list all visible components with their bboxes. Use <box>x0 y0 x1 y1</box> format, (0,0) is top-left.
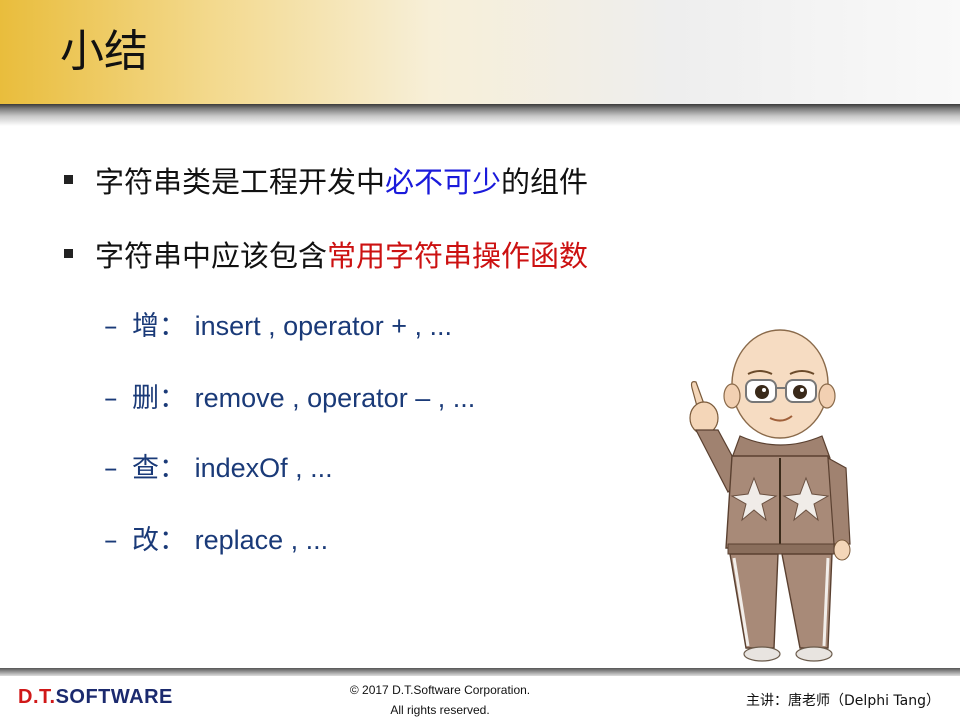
slide-title: 小结 <box>60 26 148 77</box>
sub-item-label: 增： <box>132 311 186 342</box>
footer-divider <box>0 668 960 676</box>
bullet-1-suffix: 的组件 <box>501 165 589 199</box>
square-bullet-icon <box>64 249 73 258</box>
bullet-2-highlight: 常用字符串操作函数 <box>327 239 589 273</box>
bullet-1-highlight: 必不可少 <box>385 165 502 199</box>
sub-item-indexof: – 查： indexOf , ... <box>104 450 333 487</box>
dash-marker: – <box>104 525 118 556</box>
sub-item-ops: insert , operator + , ... <box>194 311 452 341</box>
dt-software-logo: D.T.SOFTWARE <box>18 686 173 709</box>
sub-item-ops: remove , operator – , ... <box>194 383 476 413</box>
teacher-mascot-illustration <box>689 329 851 662</box>
sub-item-label: 改： <box>132 525 186 556</box>
dash-marker: – <box>104 311 118 342</box>
logo-brand: SOFTWARE <box>55 686 173 708</box>
speaker-credit: 主讲：唐老师（Delphi Tang） <box>746 693 940 709</box>
copyright-line-1: © 2017 D.T.Software Corporation. <box>349 683 531 697</box>
bullet-2-text: 字符串中应该包含 <box>95 239 328 273</box>
bullet-1-text: 字符串类是工程开发中 <box>95 165 386 199</box>
sub-item-ops: replace , ... <box>194 525 329 555</box>
title-divider <box>0 104 960 126</box>
sub-item-label: 删： <box>132 383 186 414</box>
dash-marker: – <box>104 453 118 484</box>
sub-item-replace: – 改： replace , ... <box>104 522 328 559</box>
copyright-line-2: All rights reserved. <box>390 703 490 717</box>
sub-item-remove: – 删： remove , operator – , ... <box>104 380 475 417</box>
copyright-notice: © 2017 D.T.Software Corporation. All rig… <box>330 680 550 720</box>
square-bullet-icon <box>64 175 73 184</box>
sub-item-ops: indexOf , ... <box>194 453 333 483</box>
bullet-item-1: 字符串类是工程开发中必不可少的组件 <box>64 162 588 202</box>
dash-marker: – <box>104 383 118 414</box>
sub-item-insert: – 增： insert , operator + , ... <box>104 308 452 345</box>
bullet-item-2: 字符串中应该包含常用字符串操作函数 <box>64 236 588 276</box>
sub-item-label: 查： <box>132 453 186 484</box>
logo-mark: D.T. <box>18 686 56 708</box>
